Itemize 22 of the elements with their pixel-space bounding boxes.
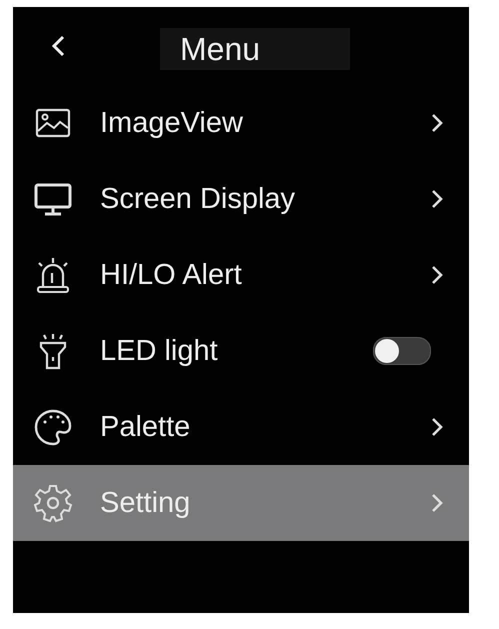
item-label: Setting [100,486,192,520]
item-label: ImageView [100,106,244,140]
chevron-right-icon [431,417,443,437]
item-label: Screen Display [100,182,296,216]
chevron-right-icon [431,265,443,285]
chevron-right-icon [431,113,443,133]
chevron-right-icon [431,493,443,513]
item-label: Palette [100,410,192,444]
item-label: HI/LO Alert [100,258,243,292]
toggle-switch[interactable] [373,337,431,365]
menu-item[interactable]: Setting [13,465,469,541]
chevron-right-icon [431,189,443,209]
menu-item[interactable]: LED light [13,313,469,389]
item-label: LED light [100,334,219,368]
palette-icon [33,407,73,447]
menu-item[interactable]: Palette [13,389,469,465]
menu-item[interactable]: HI/LO Alert [13,237,469,313]
settings-icon [33,483,73,523]
back-icon[interactable] [51,35,65,57]
menu-title: Menu [160,28,350,70]
menu-item[interactable]: ImageView [13,85,469,161]
menu-item[interactable]: Screen Display [13,161,469,237]
